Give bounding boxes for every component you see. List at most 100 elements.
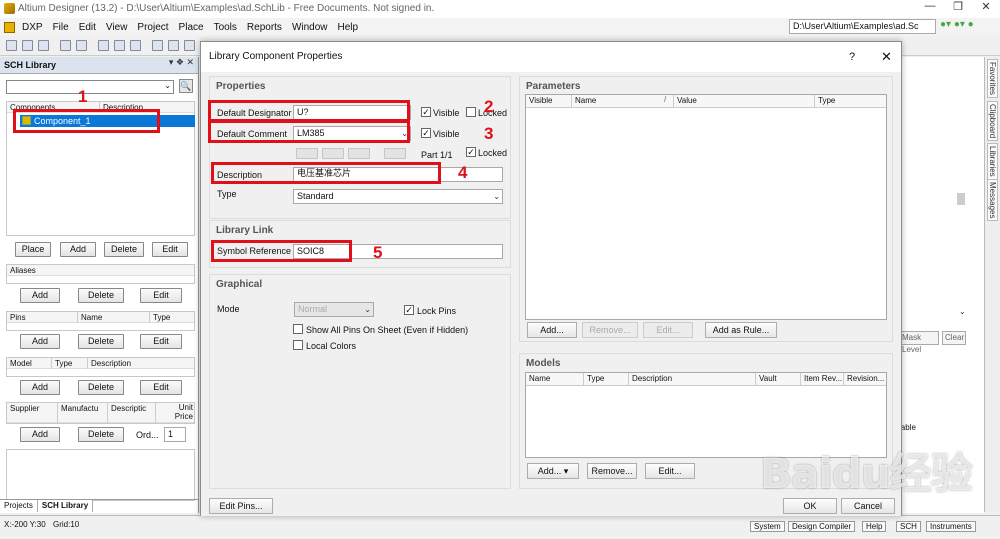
add-model-dropdown-button[interactable]: Add... ▾ [527,463,579,479]
param-visible-header[interactable]: Visible [526,95,570,108]
component-row-selected[interactable]: Component_1 [20,115,195,127]
comment-visible-checkbox[interactable]: ✓ [421,128,431,138]
model-list[interactable]: Model Type Description [6,357,195,377]
menu-reports[interactable]: Reports [242,22,287,33]
add-component-button[interactable]: Add [60,242,96,257]
menu-file[interactable]: File [48,22,74,33]
edit-component-button[interactable]: Edit [152,242,188,257]
components-column-header[interactable]: Components [7,102,55,113]
param-type-header[interactable]: Type [814,95,886,108]
model-type-header[interactable]: Type [583,373,627,386]
parameters-table[interactable]: Visible Name / Value Type [525,94,887,320]
supplier-list[interactable]: Supplier Manufactu Descriptic Unit Price [6,402,195,424]
status-tab-instruments[interactable]: Instruments [926,521,976,532]
tab-favorites[interactable]: Favorites [987,59,998,98]
component-filter-combo[interactable]: ⌄ [6,80,174,94]
designator-visible-checkbox[interactable]: ✓ [421,107,431,117]
restore-icon[interactable]: ❐ [944,0,972,18]
component-icon[interactable] [114,40,125,51]
first-part-button[interactable] [296,148,318,159]
show-all-pins-checkbox[interactable] [293,324,303,334]
model-description-header[interactable]: Description [628,373,754,386]
model-revision-header[interactable]: Revision... [843,373,887,386]
default-comment-combo[interactable]: LM385 ⌄ [293,126,411,141]
tab-sch-library[interactable]: SCH Library [37,500,94,512]
new-icon[interactable] [6,40,17,51]
zoom-in-icon[interactable] [152,40,163,51]
symbol-reference-field[interactable]: SOIC8 [293,244,503,259]
pin-type-column-header[interactable]: Type [149,312,170,323]
print-preview-icon[interactable] [76,40,87,51]
tab-clipboard[interactable]: Clipboard [987,101,998,142]
default-designator-field[interactable]: U? [293,105,411,120]
tab-projects[interactable]: Projects [0,500,38,512]
next-part-button[interactable] [348,148,370,159]
nav-arrows-icon[interactable]: ●▾ ●▾ ● [940,19,974,30]
document-path-field[interactable]: D:\User\Altium\Examples\ad.Sc [789,19,936,34]
mask-level-button[interactable]: Mask Level [899,331,939,354]
type-combo[interactable]: Standard ⌄ [293,189,503,204]
order-quantity-spinner[interactable]: 1 [164,427,186,442]
edit-parameter-button[interactable]: Edit... [643,322,693,338]
last-part-button[interactable] [384,148,406,159]
edit-alias-button[interactable]: Edit [140,288,182,303]
delete-model-button[interactable]: Delete [78,380,124,395]
status-tab-sch[interactable]: SCH [896,521,921,532]
edit-model-dialog-button[interactable]: Edit... [645,463,695,479]
open-icon[interactable] [22,40,33,51]
menu-edit[interactable]: Edit [74,22,101,33]
menu-tools[interactable]: Tools [209,22,242,33]
status-tab-design-compiler[interactable]: Design Compiler [788,521,856,532]
part-locked-checkbox[interactable]: ✓ [466,147,476,157]
aliases-list[interactable]: Aliases [6,264,195,284]
param-value-header[interactable]: Value [673,95,813,108]
delete-pin-button[interactable]: Delete [78,334,124,349]
close-window-icon[interactable]: ✕ [972,0,1000,18]
prev-part-button[interactable] [322,148,344,159]
description-column-header[interactable]: Description [99,102,143,113]
model-name-header[interactable]: Name [526,373,582,386]
zoom-fit-icon[interactable] [184,40,195,51]
delete-component-button[interactable]: Delete [104,242,144,257]
delete-supplier-button[interactable]: Delete [78,427,124,442]
add-pin-button[interactable]: Add [20,334,60,349]
delete-alias-button[interactable]: Delete [78,288,124,303]
menu-help[interactable]: Help [333,22,364,33]
local-colors-checkbox[interactable] [293,340,303,350]
status-tab-help[interactable]: Help [862,521,887,532]
help-icon[interactable]: ? [849,42,855,72]
filter-search-icon[interactable]: 🔍 [179,79,193,93]
print-icon[interactable] [60,40,71,51]
pins-list[interactable]: Pins Name Type [6,311,195,331]
model-column-header[interactable]: Model [7,358,32,369]
supplier-description-column-header[interactable]: Descriptic [107,403,146,423]
edit-pins-button[interactable]: Edit Pins... [209,498,273,514]
canvas-scroll-down-icon[interactable]: ⌄ [959,307,966,316]
add-as-rule-button[interactable]: Add as Rule... [705,322,777,338]
place-button[interactable]: Place [15,242,51,257]
lock-pins-checkbox[interactable]: ✓ [404,305,414,315]
panel-pin-icon[interactable]: ▾ ❖ ✕ [169,57,194,68]
status-tab-system[interactable]: System [750,521,785,532]
mode-combo[interactable]: Normal ⌄ [294,302,374,317]
add-supplier-button[interactable]: Add [20,427,60,442]
save-icon[interactable] [38,40,49,51]
pins-column-header[interactable]: Pins [7,312,26,323]
zoom-out-icon[interactable] [168,40,179,51]
remove-model-button[interactable]: Remove... [587,463,637,479]
model-vault-header[interactable]: Vault [755,373,799,386]
supplier-column-header[interactable]: Supplier [7,403,39,423]
close-icon[interactable]: ✕ [881,42,892,72]
remove-parameter-button[interactable]: Remove... [582,322,638,338]
param-name-header[interactable]: Name [571,95,673,108]
tab-messages[interactable]: Messages [987,179,998,222]
browse-icon[interactable] [98,40,109,51]
description-field[interactable]: 电压基准芯片 [293,167,503,182]
edit-model-button[interactable]: Edit [140,380,182,395]
clear-button[interactable]: Clear [942,331,966,345]
manufacturer-column-header[interactable]: Manufactu [57,403,98,423]
menu-project[interactable]: Project [132,22,173,33]
tab-libraries[interactable]: Libraries [987,143,998,180]
pin-name-column-header[interactable]: Name [77,312,102,323]
library-icon[interactable] [130,40,141,51]
